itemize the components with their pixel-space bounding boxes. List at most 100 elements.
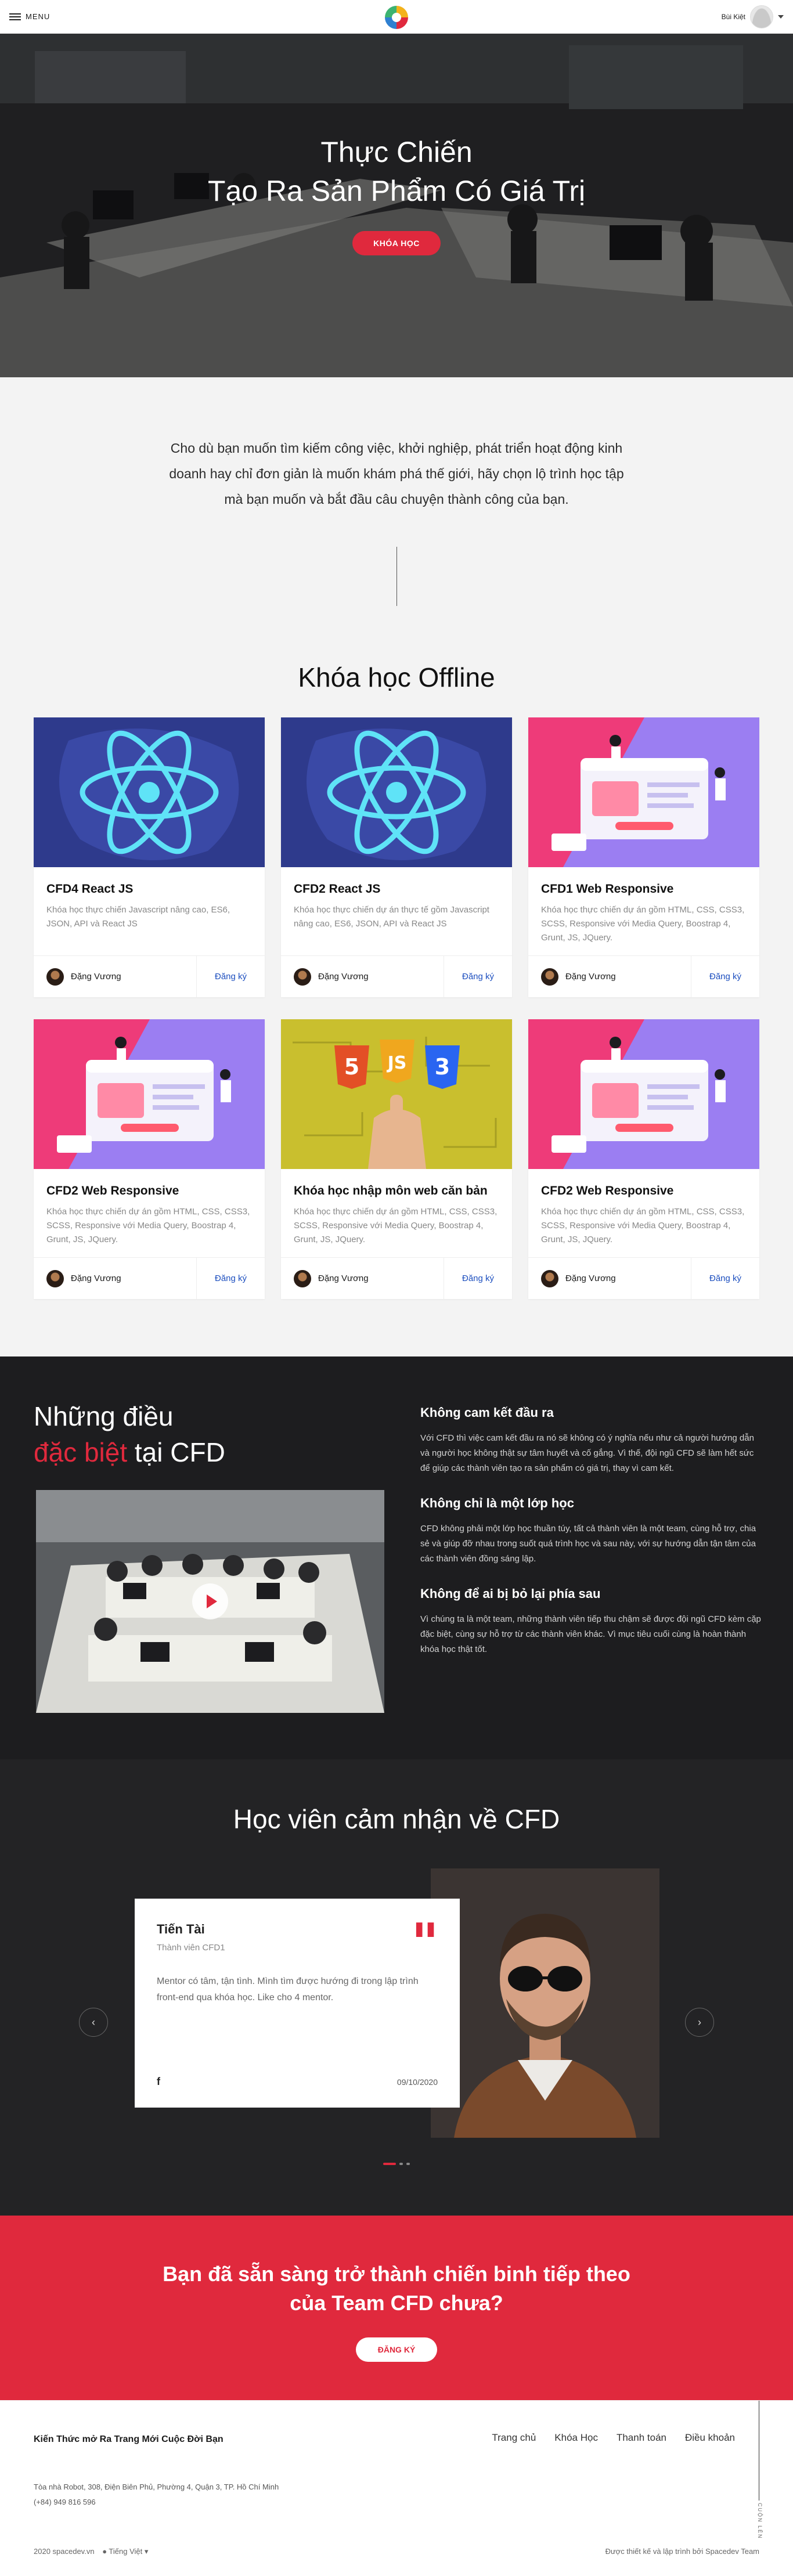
author-name: Đặng Vương	[565, 1273, 616, 1283]
course-thumbnail[interactable]	[34, 717, 265, 867]
student-name: Tiến Tài	[157, 1922, 205, 1936]
testimonials-section: Học viên cảm nhận về CFD Tiến Tài Thành …	[0, 1759, 793, 2216]
course-card[interactable]: CFD2 Web Responsive Khóa học thực chiến …	[528, 1019, 759, 1299]
footer-contact: Tòa nhà Robot, 308, Điện Biên Phủ, Phườn…	[34, 2480, 279, 2510]
course-card[interactable]: CFD4 React JS Khóa học thực chiến Javasc…	[34, 717, 265, 997]
course-body: CFD2 React JS Khóa học thực chiến dự án …	[281, 867, 512, 955]
intro-section: Cho dù bạn muốn tìm kiếm công việc, khởi…	[0, 377, 793, 1356]
course-description: Khóa học thực chiến dự án gồm HTML, CSS,…	[46, 1207, 250, 1244]
register-button[interactable]: Đăng ký	[691, 1258, 759, 1299]
special-item-title: Không để ai bị bỏ lại phía sau	[420, 1586, 601, 1601]
special-title: Những điều đặc biệt tại CFD	[34, 1398, 225, 1470]
hero-title-line2: Tạo Ra Sản Phẩm Có Giá Trị	[207, 175, 586, 207]
carousel-dot-active[interactable]	[383, 2163, 396, 2165]
register-button[interactable]: Đăng ký	[691, 956, 759, 997]
course-footer: Đặng Vương Đăng ký	[34, 955, 265, 997]
course-body: Khóa học nhập môn web căn bản Khóa học t…	[281, 1169, 512, 1257]
prev-arrow-icon[interactable]: ‹	[79, 2008, 108, 2037]
course-grid: CFD4 React JS Khóa học thực chiến Javasc…	[34, 717, 759, 1299]
footer-link-courses[interactable]: Khóa Học	[554, 2432, 598, 2444]
class-video[interactable]	[36, 1490, 384, 1713]
divider-line	[396, 547, 397, 606]
footer-slogan: Kiến Thức mở Ra Trang Mới Cuộc Đời Bạn	[34, 2434, 224, 2444]
course-author: Đặng Vương	[34, 1269, 196, 1287]
course-description: Khóa học thực chiến Javascript nâng cao,…	[46, 905, 230, 929]
course-card[interactable]: CFD2 React JS Khóa học thực chiến dự án …	[281, 717, 512, 997]
language-selector[interactable]: ● Tiếng Việt ▾	[102, 2547, 148, 2556]
special-item-title: Không chỉ là một lớp học	[420, 1496, 574, 1510]
special-list: Không cam kết đầu ra Với CFD thì việc ca…	[420, 1405, 763, 1657]
hero-title: Thực Chiến Tạo Ra Sản Phẩm Có Giá Trị	[208, 133, 585, 211]
cta-title: Bạn đã sẵn sàng trở thành chiến binh tiế…	[0, 2260, 793, 2318]
site-footer: Kiến Thức mở Ra Trang Mới Cuộc Đời Bạn T…	[0, 2400, 793, 2563]
author-avatar	[46, 968, 64, 986]
special-item: Không chỉ là một lớp học CFD không phải …	[420, 1496, 763, 1567]
carousel-dot[interactable]	[406, 2163, 410, 2165]
web-illustration	[528, 1019, 759, 1169]
author-avatar	[294, 1269, 311, 1287]
play-icon[interactable]	[192, 1583, 228, 1619]
course-name[interactable]: CFD2 React JS	[294, 882, 499, 896]
course-thumbnail[interactable]	[281, 717, 512, 867]
register-button[interactable]: Đăng ký	[444, 1258, 512, 1299]
course-name[interactable]: CFD2 Web Responsive	[46, 1184, 252, 1198]
course-name[interactable]: CFD4 React JS	[46, 882, 252, 896]
facebook-icon[interactable]: f	[157, 2076, 160, 2088]
course-card[interactable]: CFD2 Web Responsive Khóa học thực chiến …	[34, 1019, 265, 1299]
hero-title-line1: Thực Chiến	[320, 135, 473, 168]
register-cta-button[interactable]: ĐĂNG KÝ	[355, 2337, 438, 2362]
register-button[interactable]: Đăng ký	[196, 956, 265, 997]
hamburger-icon	[9, 13, 21, 20]
footer-address: Tòa nhà Robot, 308, Điện Biên Phủ, Phườn…	[34, 2483, 279, 2491]
course-thumbnail[interactable]	[528, 717, 759, 867]
user-avatar[interactable]	[750, 5, 773, 28]
special-title-highlight: đặc biệt	[34, 1437, 128, 1467]
courses-button[interactable]: KHÓA HỌC	[352, 230, 441, 255]
footer-bottom: 2020 spacedev.vn ● Tiếng Việt ▾ Được thi…	[34, 2547, 759, 2556]
html-css-js-icon: 5 JS 3	[281, 1019, 512, 1169]
register-button[interactable]: Đăng ký	[444, 956, 512, 997]
web-illustration	[34, 1019, 265, 1169]
offline-courses-title: Khóa học Offline	[298, 662, 495, 692]
carousel-dot[interactable]	[399, 2163, 403, 2165]
footer-phone[interactable]: (+84) 949 816 596	[34, 2495, 279, 2510]
course-body: CFD2 Web Responsive Khóa học thực chiến …	[34, 1169, 265, 1257]
register-button[interactable]: Đăng ký	[196, 1258, 265, 1299]
course-name[interactable]: CFD2 Web Responsive	[541, 1184, 747, 1198]
next-arrow-icon[interactable]: ›	[685, 2008, 714, 2037]
author-name: Đặng Vương	[318, 1273, 369, 1283]
course-card[interactable]: 5 JS 3 Khóa học nhập môn web căn bản Khó…	[281, 1019, 512, 1299]
course-name[interactable]: CFD1 Web Responsive	[541, 882, 747, 896]
special-item-title: Không cam kết đầu ra	[420, 1405, 554, 1420]
menu-button[interactable]: MENU	[9, 12, 50, 21]
author-name: Đặng Vương	[71, 1273, 121, 1283]
web-illustration	[528, 717, 759, 867]
course-body: CFD4 React JS Khóa học thực chiến Javasc…	[34, 867, 265, 955]
course-card[interactable]: CFD1 Web Responsive Khóa học thực chiến …	[528, 717, 759, 997]
student-photo	[431, 1868, 659, 2138]
course-body: CFD1 Web Responsive Khóa học thực chiến …	[528, 867, 759, 955]
course-author: Đặng Vương	[528, 1269, 691, 1287]
special-section: Những điều đặc biệt tại CFD Không cam kế…	[0, 1356, 793, 1759]
course-thumbnail[interactable]: 5 JS 3	[281, 1019, 512, 1169]
cfd-logo[interactable]	[383, 3, 410, 31]
chevron-down-icon[interactable]	[778, 15, 784, 19]
course-thumbnail[interactable]	[34, 1019, 265, 1169]
cta-title-line2: của Team CFD chưa?	[290, 2291, 503, 2315]
site-header: MENU Bùi Kiệt	[0, 0, 793, 34]
footer-link-terms[interactable]: Điều khoản	[685, 2432, 735, 2444]
course-description: Khóa học thực chiến dự án gồm HTML, CSS,…	[541, 905, 745, 943]
footer-link-payment[interactable]: Thanh toán	[617, 2432, 666, 2444]
course-footer: Đặng Vương Đăng ký	[528, 955, 759, 997]
course-thumbnail[interactable]	[528, 1019, 759, 1169]
special-item-text: Với CFD thì việc cam kết đầu ra nó sẽ kh…	[420, 1433, 754, 1473]
course-author: Đặng Vương	[281, 1269, 444, 1287]
cta-section: Bạn đã sẵn sàng trở thành chiến binh tiế…	[0, 2216, 793, 2400]
scroll-top-link[interactable]: CUỘN LÊN	[757, 2503, 763, 2539]
student-role: Thành viên CFD1	[157, 1943, 225, 1953]
footer-link-home[interactable]: Trang chủ	[492, 2432, 536, 2444]
course-name[interactable]: Khóa học nhập môn web căn bản	[294, 1184, 499, 1198]
special-title-rest: tại CFD	[127, 1437, 225, 1467]
user-menu[interactable]: Bùi Kiệt	[722, 5, 784, 28]
react-icon	[34, 717, 265, 867]
